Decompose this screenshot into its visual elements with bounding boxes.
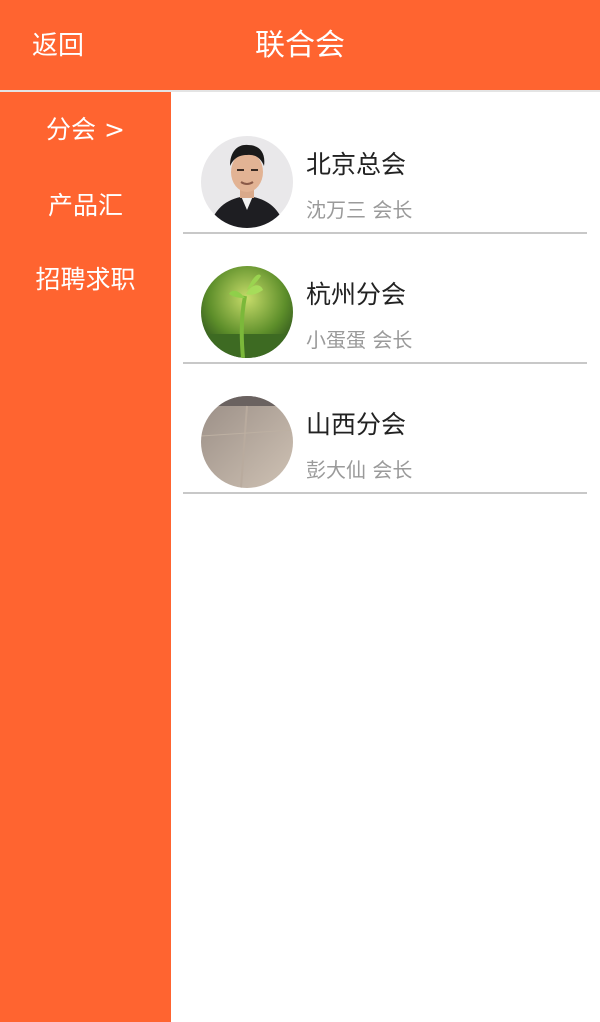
branch-leader: 彭大仙 会长 xyxy=(306,458,413,482)
sidebar-item-jobs[interactable]: 招聘求职 xyxy=(0,260,171,300)
avatar xyxy=(201,136,293,228)
branch-name: 杭州分会 xyxy=(306,280,407,309)
list-item[interactable]: 山西分会 彭大仙 会长 xyxy=(183,364,587,494)
branch-name: 山西分会 xyxy=(306,410,407,439)
avatar xyxy=(201,266,293,358)
branch-name: 北京总会 xyxy=(306,150,407,179)
branch-leader: 沈万三 会长 xyxy=(306,198,413,222)
sidebar-item-products[interactable]: 产品汇 xyxy=(0,186,171,226)
green-sprout-photo-icon xyxy=(201,266,293,358)
beige-wall-photo-icon xyxy=(201,396,293,488)
avatar xyxy=(201,396,293,488)
list-item[interactable]: 杭州分会 小蛋蛋 会长 xyxy=(183,234,587,364)
page-title: 联合会 xyxy=(255,28,345,63)
sidebar-item-branches[interactable]: 分会 > xyxy=(0,110,171,150)
sidebar: 分会 > 产品汇 招聘求职 xyxy=(0,92,171,1022)
top-bar: 返回 联合会 xyxy=(0,0,600,90)
portrait-man-photo-icon xyxy=(201,136,293,228)
branch-leader: 小蛋蛋 会长 xyxy=(306,328,413,352)
branch-list: 北京总会 沈万三 会长 杭州分会 小蛋蛋 会长 山西分会 彭大仙 会长 xyxy=(171,92,600,1022)
list-item[interactable]: 北京总会 沈万三 会长 xyxy=(183,104,587,234)
